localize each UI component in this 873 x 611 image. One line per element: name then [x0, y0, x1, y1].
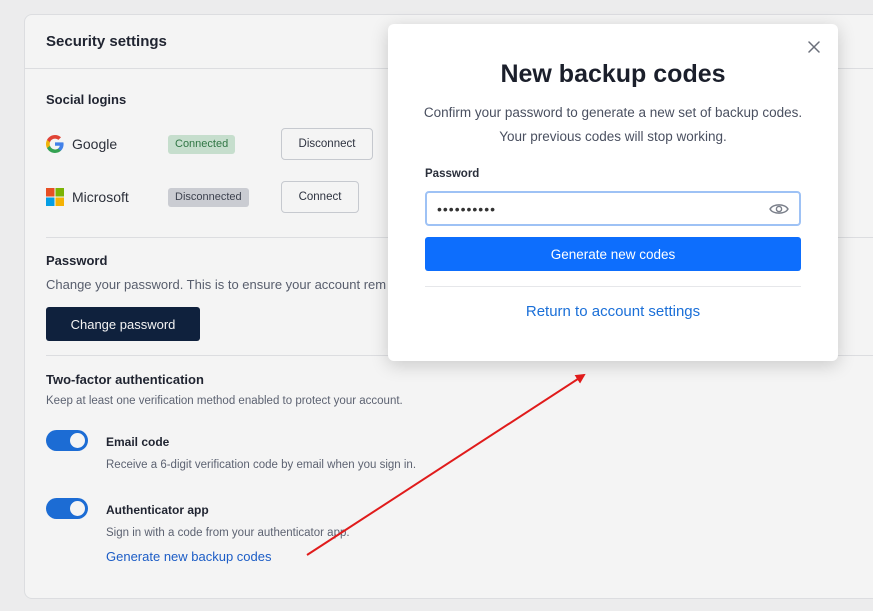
dialog-description-line-2: Your previous codes will stop working. — [499, 129, 727, 144]
dialog-title: New backup codes — [500, 60, 726, 88]
close-button[interactable] — [805, 38, 823, 56]
close-icon — [808, 41, 820, 53]
password-field-label: Password — [425, 168, 480, 180]
divider — [425, 286, 801, 287]
return-to-account-settings-link[interactable]: Return to account settings — [388, 303, 838, 320]
dialog-description-line-1: Confirm your password to generate a new … — [423, 105, 803, 120]
show-password-icon[interactable] — [769, 202, 789, 216]
new-backup-codes-dialog: New backup codes Confirm your password t… — [388, 24, 838, 361]
password-input[interactable] — [425, 191, 801, 226]
generate-new-codes-button[interactable]: Generate new codes — [425, 237, 801, 271]
